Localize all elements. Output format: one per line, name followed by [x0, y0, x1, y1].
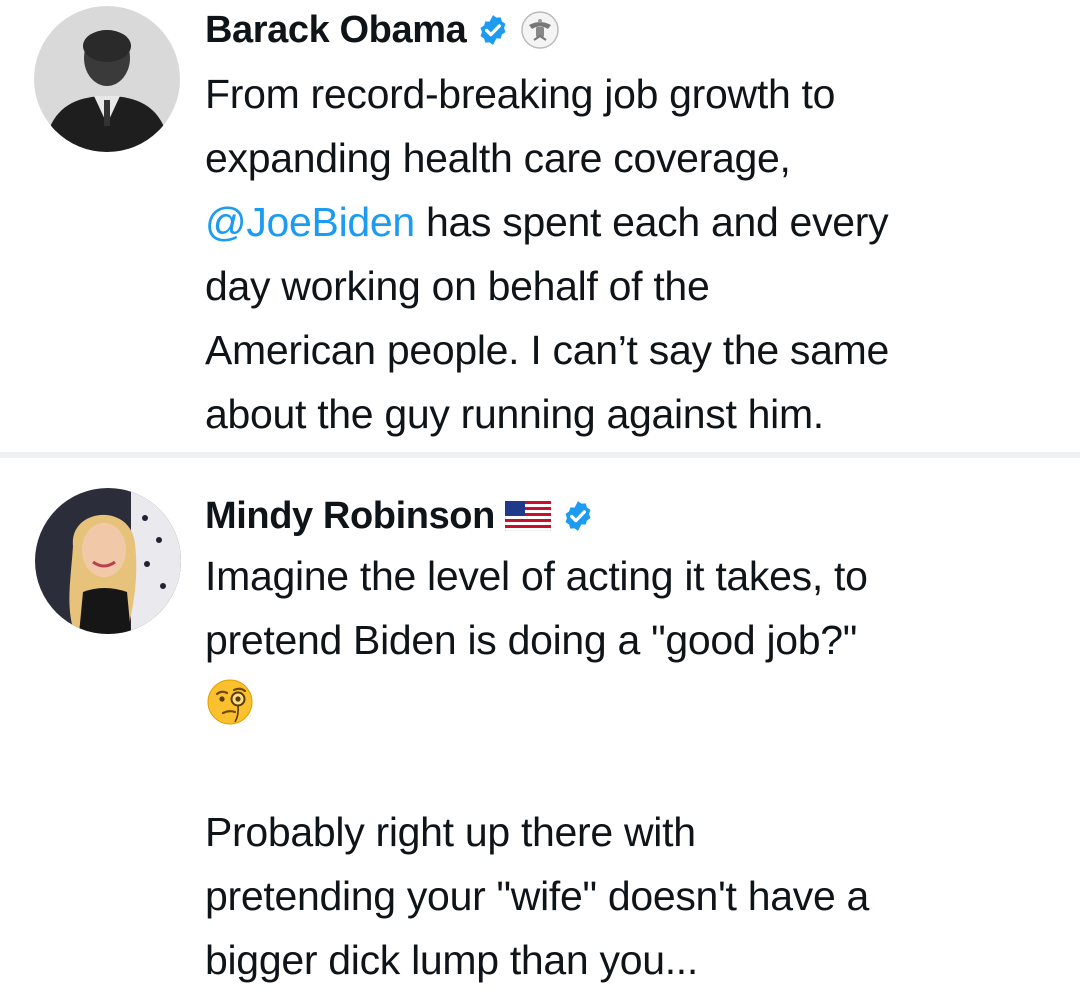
tweet-text: Imagine the level of acting it takes, to… — [205, 553, 868, 663]
verified-icon — [561, 499, 595, 533]
avatar[interactable] — [34, 6, 180, 152]
tweet-header: Barack Obama — [205, 2, 1065, 58]
tweet-text-start: From record-breaking job growth to expan… — [205, 71, 836, 181]
face-with-monocle-icon — [205, 677, 255, 732]
avatar-image — [34, 6, 180, 152]
author-name[interactable]: Barack Obama — [205, 9, 467, 52]
tweet-text: From record-breaking job growth to expan… — [205, 62, 1065, 446]
tweet-obama: Barack Obama From record-breaking job gr… — [0, 0, 1080, 452]
tweet-robinson: Mindy Robinson Imagine the level of acti… — [0, 458, 1080, 1001]
verified-icon — [476, 13, 510, 47]
mention-link[interactable]: @JoeBiden — [205, 199, 415, 245]
emoji-line — [205, 672, 1065, 736]
avatar-image — [35, 488, 181, 634]
seal-icon — [520, 10, 560, 50]
avatar[interactable] — [35, 488, 181, 634]
author-name[interactable]: Mindy Robinson — [205, 495, 495, 538]
tweet-header: Mindy Robinson — [205, 488, 1065, 544]
tweet-text-second: Probably right up there with pretending … — [205, 809, 870, 983]
us-flag-icon — [504, 501, 551, 531]
